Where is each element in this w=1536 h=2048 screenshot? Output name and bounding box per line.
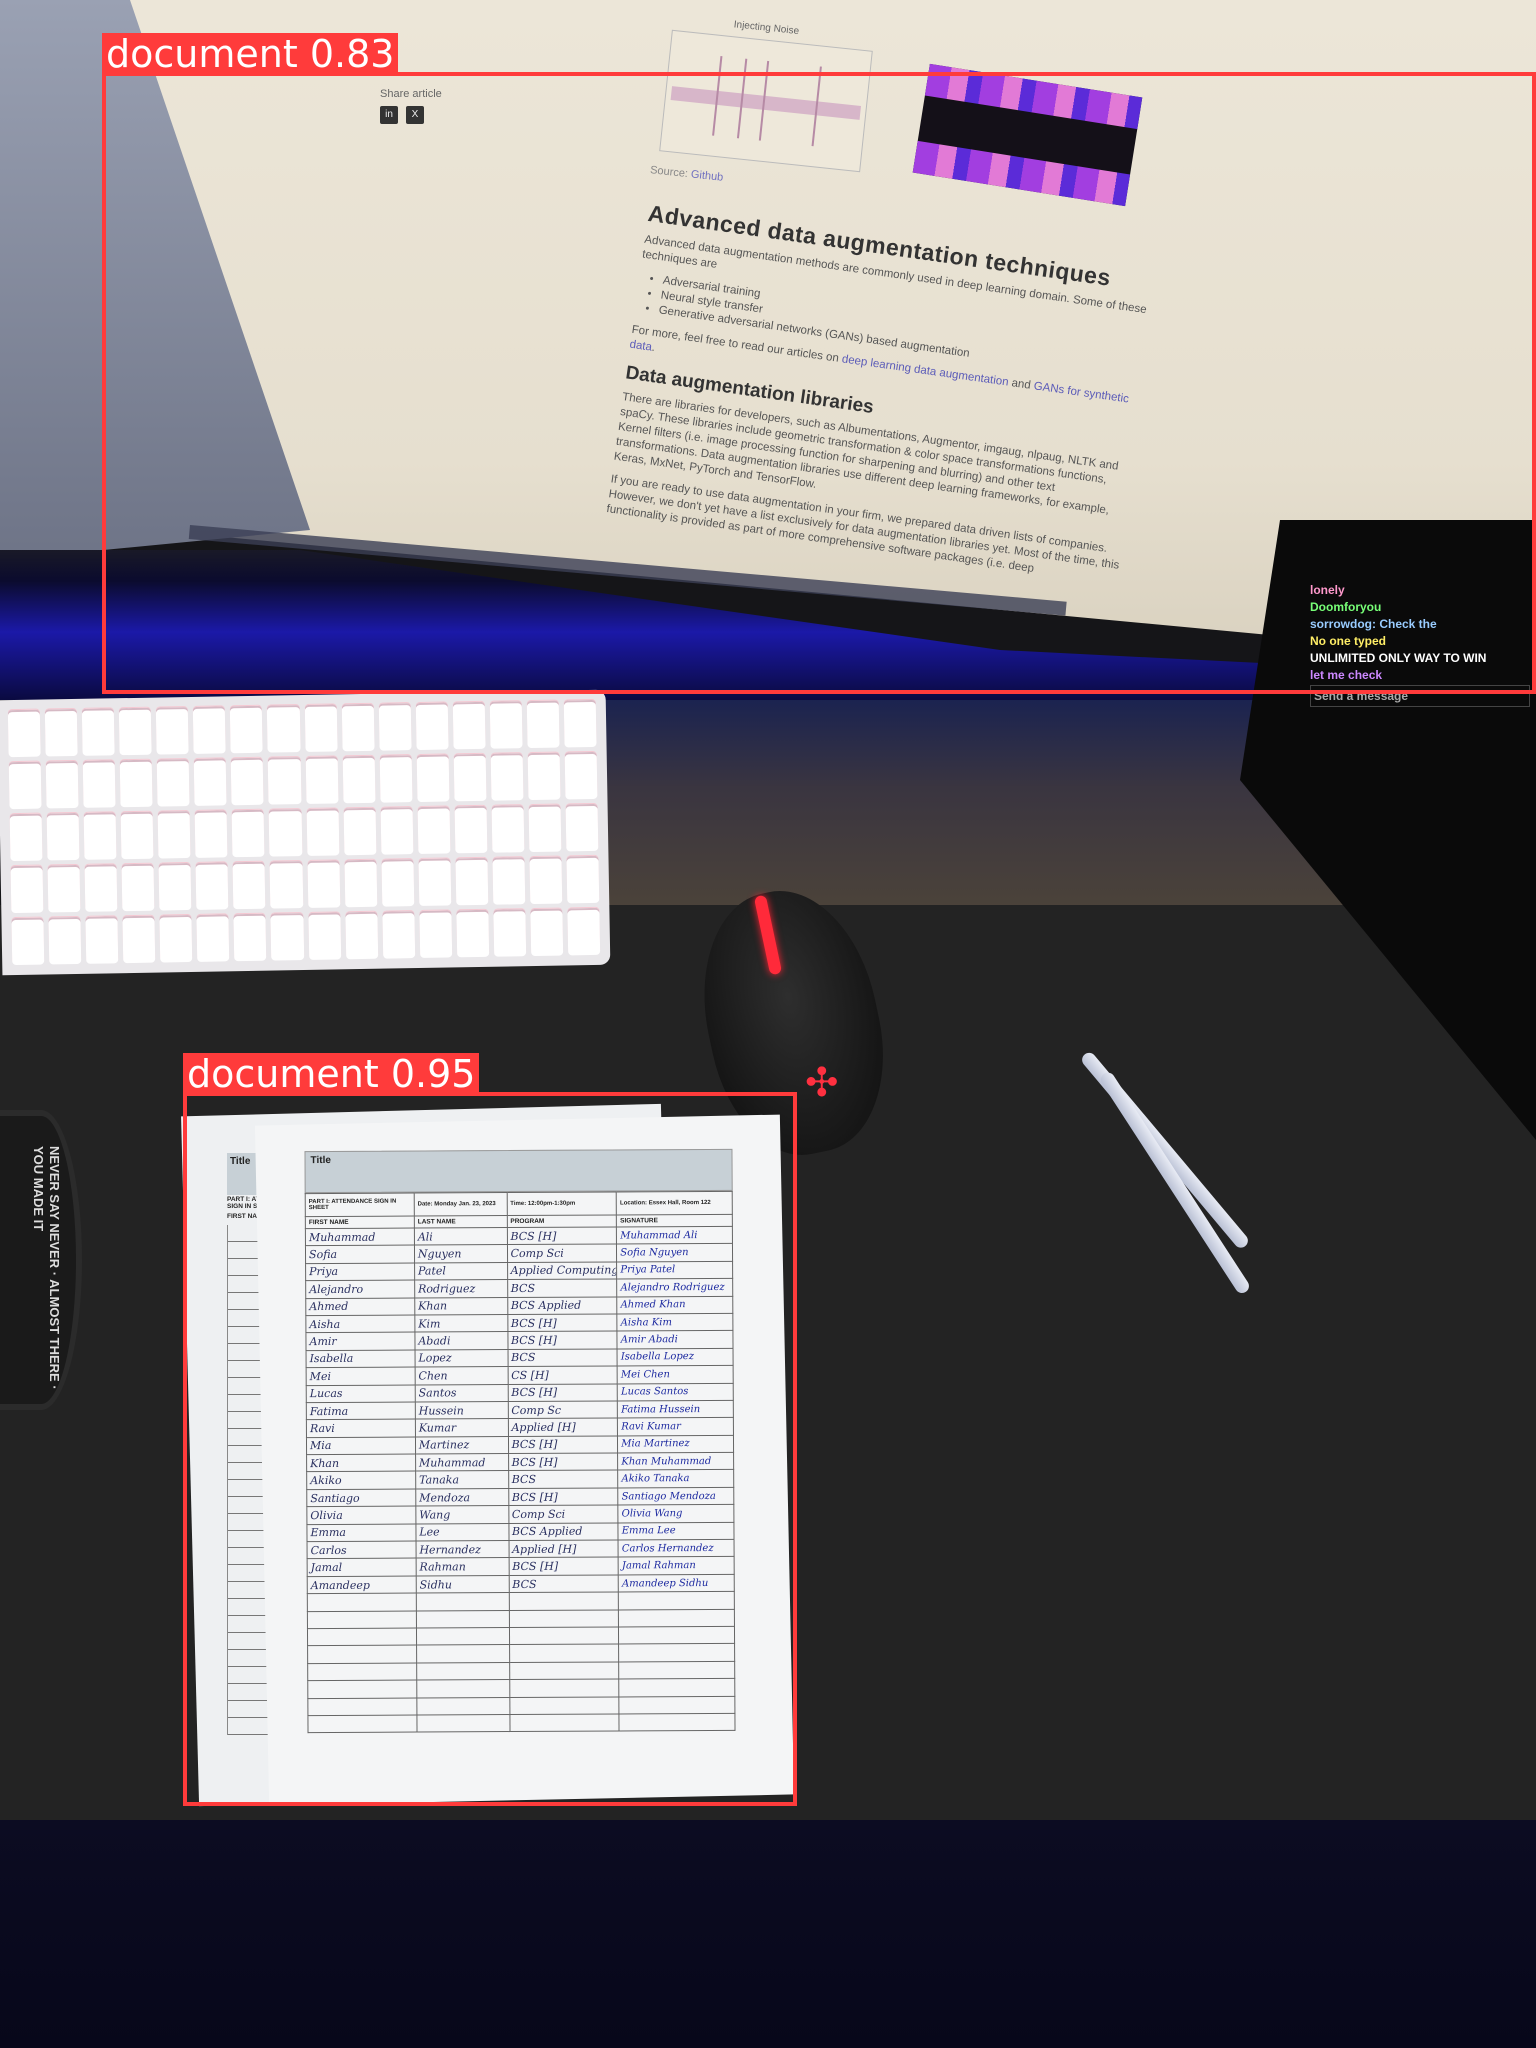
keyboard-key [418, 858, 452, 907]
keyboard-key [565, 803, 599, 852]
keyboard-key [193, 706, 226, 754]
keyboard-key [194, 810, 228, 858]
keyboard-key [378, 703, 412, 751]
keyboard-key [489, 701, 523, 749]
keyboard-key [270, 913, 304, 961]
keyboard-key [455, 857, 489, 906]
keyboard-key [527, 752, 561, 801]
keyboard-key [46, 812, 80, 861]
keyboard-key [567, 907, 601, 956]
keyboard-key [342, 755, 376, 804]
keyboard-key [9, 813, 43, 862]
keyboard-key [269, 809, 302, 857]
keyboard-key [344, 911, 378, 960]
keyboard-key [156, 758, 190, 807]
keyboard-key [230, 705, 264, 754]
detection-label-sheet: document 0.95 [183, 1052, 480, 1096]
keyboard-key [454, 805, 488, 854]
keyboard-key [158, 862, 192, 911]
keyboard-key [85, 916, 119, 964]
detection-class: document [106, 32, 298, 76]
keyboard-key [380, 807, 414, 855]
keyboard-key [232, 861, 266, 910]
detection-score: 0.95 [390, 1052, 476, 1096]
keyboard-key [491, 805, 525, 853]
keyboard-key [156, 707, 189, 755]
keyboard-key [530, 908, 564, 957]
keyboard-key [194, 758, 227, 806]
keyboard-key [157, 810, 191, 859]
keyboard-key [45, 760, 79, 809]
keyboard-key [493, 909, 527, 957]
keyboard-key [306, 808, 339, 856]
keyboard-key [7, 709, 41, 758]
keyboard [0, 689, 611, 976]
detection-score: 0.83 [309, 32, 395, 76]
detection-label-monitor: document 0.83 [102, 32, 399, 76]
keyboard-key [453, 753, 487, 802]
keyboard-key [10, 865, 44, 914]
keyboard-key [305, 756, 339, 804]
keyboard-key [11, 917, 45, 966]
detection-box-sheet [183, 1092, 797, 1806]
coaster: NEVER SAY NEVER · ALMOST THERE · YOU MAD… [0, 1110, 82, 1410]
coaster-text: NEVER SAY NEVER · ALMOST THERE · YOU MAD… [31, 1146, 62, 1390]
keyboard-key [456, 909, 490, 958]
keyboard-key [306, 860, 340, 908]
razer-logo-icon: ✣ [805, 1061, 839, 1105]
keyboard-key [159, 914, 193, 963]
keyboard-key [118, 707, 152, 756]
keyboard-key [417, 806, 451, 855]
keyboard-key [119, 759, 153, 808]
keyboard-key [44, 708, 78, 757]
keyboard-key [121, 863, 155, 912]
floor [0, 1820, 1536, 2048]
keyboard-key [267, 705, 301, 753]
keyboard-key [344, 859, 377, 908]
keyboard-key [120, 811, 154, 860]
keyboard-key [231, 757, 264, 806]
keyboard-key [304, 704, 338, 752]
keyboard-key [492, 857, 526, 905]
keyboard-key [528, 804, 562, 853]
desk-surface [600, 700, 1350, 920]
keyboard-key [268, 757, 302, 805]
keyboard-key [307, 912, 341, 960]
keyboard-key [382, 911, 415, 959]
keyboard-key [343, 807, 377, 856]
keyboard-key [416, 754, 450, 803]
keyboard-key [84, 864, 118, 912]
keyboard-key [82, 760, 116, 808]
keyboard-key [233, 913, 267, 962]
detection-class: document [187, 1052, 379, 1096]
keyboard-key [381, 859, 414, 907]
keyboard-key [47, 864, 81, 913]
keyboard-key [48, 916, 82, 965]
keyboard-key [83, 812, 117, 860]
keyboard-key [529, 856, 563, 905]
keyboard-key [269, 861, 303, 909]
keyboard-key [563, 699, 597, 748]
detection-box-monitor [102, 72, 1536, 694]
keyboard-key [564, 751, 598, 800]
keyboard-key [379, 755, 413, 803]
keyboard-key [341, 703, 375, 752]
keyboard-key [231, 809, 265, 858]
keyboard-key [452, 701, 486, 750]
keyboard-key [415, 702, 449, 751]
keyboard-key [195, 862, 229, 910]
keyboard-key [526, 700, 560, 749]
keyboard-key [8, 761, 42, 810]
keyboard-key [81, 708, 115, 756]
keyboard-key [419, 910, 452, 958]
keyboard-key [122, 915, 156, 964]
keyboard-key [566, 855, 600, 904]
keyboard-key [490, 753, 524, 801]
keyboard-key [196, 914, 230, 962]
